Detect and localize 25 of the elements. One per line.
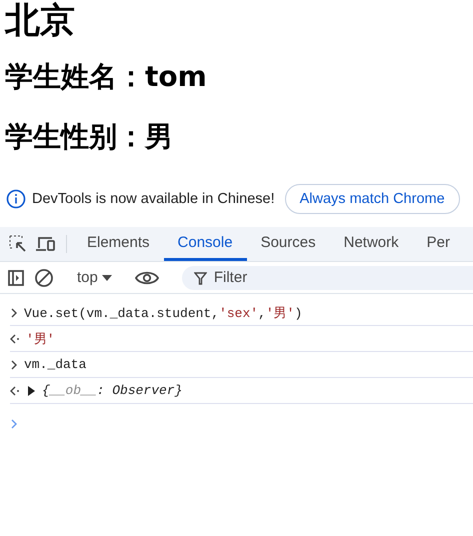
result-text: '男' [26, 330, 55, 348]
filter-field[interactable]: Filter [182, 266, 473, 290]
page-heading: 北京 [5, 0, 75, 42]
devtools-tab[interactable]: Per [412, 227, 464, 262]
caret-icon [102, 274, 112, 282]
input-prompt-icon [10, 308, 18, 318]
devtools-tab[interactable]: Sources [246, 227, 330, 262]
context-dropdown[interactable]: top [71, 269, 118, 286]
page-heading: 学生性别：男 [5, 120, 173, 154]
result-arrow-icon [10, 386, 20, 396]
result-arrow-icon [10, 334, 20, 344]
page-heading: 学生姓名：tom [5, 60, 207, 94]
object-preview-text: {__ob__: Observer} [42, 383, 182, 398]
input-prompt-icon [10, 360, 18, 370]
console-prompt-icon[interactable] [10, 419, 18, 430]
language-button[interactable]: Always match Chrome [284, 184, 460, 214]
info-icon [6, 189, 26, 210]
command-text: Vue.set(vm._data.student,'sex','男') [24, 304, 302, 322]
banner-message: DevTools is now available in Chinese! [32, 191, 275, 208]
expand-triangle-icon[interactable] [26, 386, 36, 396]
devtools-tab[interactable]: Elements [73, 227, 164, 262]
devtools-tab[interactable]: Console [164, 227, 247, 262]
devtools-tab[interactable]: Network [330, 227, 413, 262]
command-text: vm._data [24, 357, 86, 372]
filter-icon [194, 272, 207, 285]
